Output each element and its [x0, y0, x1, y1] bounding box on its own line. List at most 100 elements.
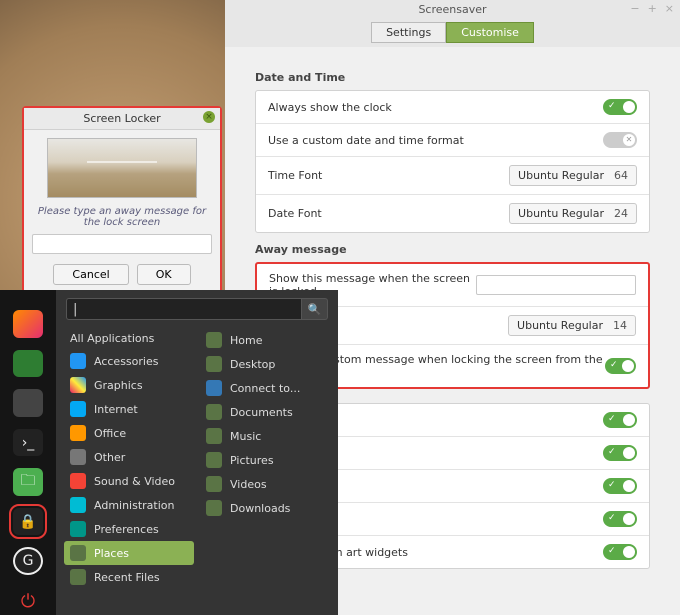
folder-icon: [206, 404, 222, 420]
row1-toggle[interactable]: [603, 412, 637, 428]
connect-icon: [206, 380, 222, 396]
locker-title: Screen Locker: [83, 112, 160, 125]
place-desktop[interactable]: Desktop: [200, 352, 330, 376]
category-other[interactable]: Other: [64, 445, 194, 469]
category-places[interactable]: Places: [64, 541, 194, 565]
launcher-files[interactable]: 🗀: [13, 468, 43, 496]
folder-icon: [206, 476, 222, 492]
graphics-icon: [70, 377, 86, 393]
sound-video-icon: [70, 473, 86, 489]
recent-icon: [70, 569, 86, 585]
locker-close-icon[interactable]: ×: [203, 111, 215, 123]
place-videos[interactable]: Videos: [200, 472, 330, 496]
home-folder-icon: [206, 332, 222, 348]
screensaver-preview: [47, 138, 197, 198]
locker-titlebar: Screen Locker ×: [24, 108, 220, 130]
time-font-label: Time Font: [268, 169, 322, 182]
place-connect[interactable]: Connect to...: [200, 376, 330, 400]
window-titlebar: Screensaver − + ×: [225, 0, 680, 18]
menu-item-label: Pictures: [230, 454, 274, 467]
launcher-power[interactable]: ⏻: [13, 587, 43, 615]
section-away-message: Away message: [255, 243, 650, 256]
tab-customise[interactable]: Customise: [446, 22, 534, 43]
launcher-firefox[interactable]: [13, 310, 43, 338]
menu-item-label: Preferences: [94, 523, 159, 536]
menu-item-label: Sound & Video: [94, 475, 175, 488]
folder-icon: [206, 356, 222, 372]
menu-categories-column: All Applications Accessories Graphics In…: [64, 328, 194, 589]
ok-button[interactable]: OK: [137, 264, 191, 285]
row2-toggle[interactable]: [603, 445, 637, 461]
date-font-button[interactable]: Ubuntu Regular 24: [509, 203, 637, 224]
menu-places-column: Home Desktop Connect to... Documents Mus…: [200, 328, 330, 589]
office-icon: [70, 425, 86, 441]
away-font-size: 14: [613, 319, 627, 332]
time-font-size: 64: [614, 169, 628, 182]
ask-custom-toggle[interactable]: [605, 358, 636, 374]
place-music[interactable]: Music: [200, 424, 330, 448]
preferences-icon: [70, 521, 86, 537]
category-internet[interactable]: Internet: [64, 397, 194, 421]
power-icon: ⏻: [21, 591, 35, 612]
away-message-input[interactable]: [476, 275, 636, 295]
launcher-chrome[interactable]: G: [13, 547, 43, 575]
time-font-button[interactable]: Ubuntu Regular 64: [509, 165, 637, 186]
folder-icon: [206, 500, 222, 516]
place-home[interactable]: Home: [200, 328, 330, 352]
launcher-softwarecenter[interactable]: [13, 389, 43, 417]
search-icon: 🔍: [308, 303, 322, 316]
category-office[interactable]: Office: [64, 421, 194, 445]
always-show-clock-toggle[interactable]: [603, 99, 637, 115]
cancel-button[interactable]: Cancel: [53, 264, 128, 285]
date-font-label: Date Font: [268, 207, 322, 220]
place-pictures[interactable]: Pictures: [200, 448, 330, 472]
row4-toggle[interactable]: [603, 511, 637, 527]
folder-icon: [206, 452, 222, 468]
launcher-software[interactable]: [13, 350, 43, 378]
category-recent-files[interactable]: Recent Files: [64, 565, 194, 589]
minimize-icon[interactable]: −: [630, 2, 639, 15]
tabs: Settings Customise: [225, 18, 680, 47]
category-accessories[interactable]: Accessories: [64, 349, 194, 373]
internet-icon: [70, 401, 86, 417]
place-documents[interactable]: Documents: [200, 400, 330, 424]
lock-icon: 🔒: [19, 514, 36, 530]
accessories-icon: [70, 353, 86, 369]
menu-item-label: Documents: [230, 406, 293, 419]
away-font-family: Ubuntu Regular: [517, 319, 603, 332]
custom-format-toggle[interactable]: [603, 132, 637, 148]
date-font-family: Ubuntu Regular: [518, 207, 604, 220]
launcher-terminal[interactable]: ›_: [13, 429, 43, 457]
maximize-icon[interactable]: +: [648, 2, 657, 15]
places-icon: [70, 545, 86, 561]
close-icon[interactable]: ×: [665, 2, 674, 15]
menu-item-label: All Applications: [70, 332, 154, 345]
category-graphics[interactable]: Graphics: [64, 373, 194, 397]
window-title: Screensaver: [418, 3, 486, 16]
row3-toggle[interactable]: [603, 478, 637, 494]
row5-toggle[interactable]: [603, 544, 637, 560]
locker-hint: Please type an away message for the lock…: [32, 206, 212, 228]
administration-icon: [70, 497, 86, 513]
menu-item-label: Accessories: [94, 355, 158, 368]
search-button[interactable]: 🔍: [302, 298, 328, 320]
menu-item-label: Internet: [94, 403, 138, 416]
menu-item-label: Music: [230, 430, 261, 443]
place-downloads[interactable]: Downloads: [200, 496, 330, 520]
locker-message-input[interactable]: [32, 234, 212, 254]
menu-search-input[interactable]: [66, 298, 302, 320]
menu-item-label: Graphics: [94, 379, 143, 392]
tab-settings[interactable]: Settings: [371, 22, 446, 43]
menu-item-label: Videos: [230, 478, 267, 491]
application-menu: 🔍 All Applications Accessories Graphics …: [56, 290, 338, 615]
category-all[interactable]: All Applications: [64, 328, 194, 349]
away-font-button[interactable]: Ubuntu Regular 14: [508, 315, 636, 336]
category-preferences[interactable]: Preferences: [64, 517, 194, 541]
category-sound-video[interactable]: Sound & Video: [64, 469, 194, 493]
folder-icon: 🗀: [20, 470, 35, 495]
date-font-size: 24: [614, 207, 628, 220]
launcher-lock[interactable]: 🔒: [13, 508, 43, 536]
category-administration[interactable]: Administration: [64, 493, 194, 517]
launcher-panel: ›_ 🗀 🔒 G ⏻: [0, 290, 56, 615]
other-icon: [70, 449, 86, 465]
